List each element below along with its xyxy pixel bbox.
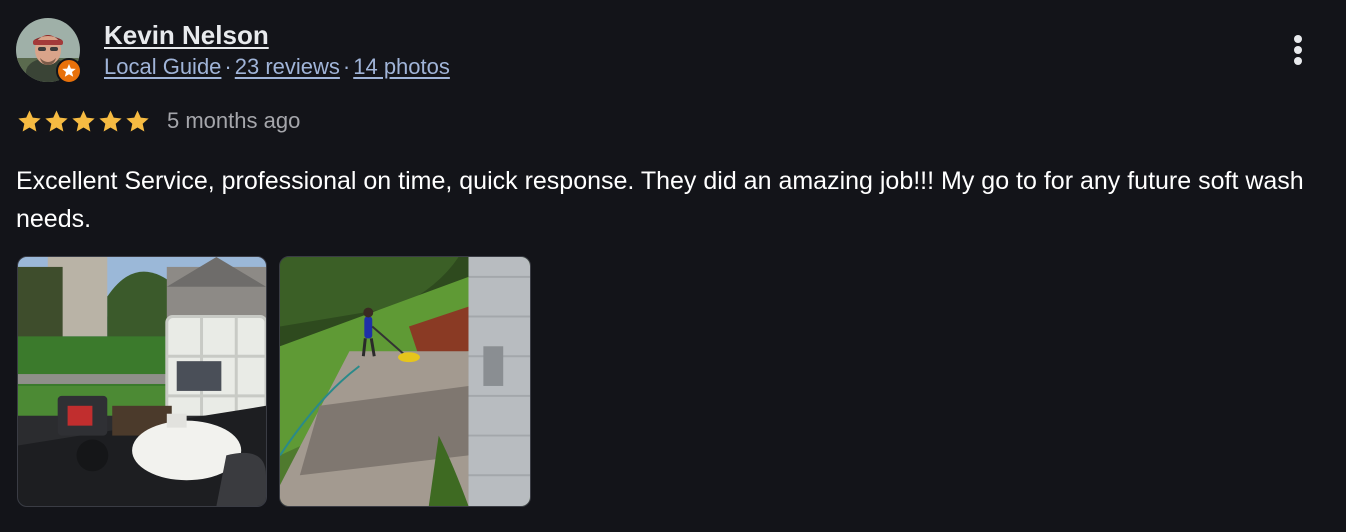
author-meta: Local Guide · 23 reviews · 14 photos <box>104 54 450 80</box>
meta-separator: · <box>224 54 232 79</box>
review-text: Excellent Service, professional on time,… <box>16 167 1304 233</box>
star-icon <box>99 109 122 132</box>
local-guide-link[interactable]: Local Guide <box>104 54 221 79</box>
review-photo-1[interactable] <box>17 256 267 507</box>
star-icon <box>45 109 68 132</box>
reviews-count-link[interactable]: 23 reviews <box>235 54 340 79</box>
review-card: Kevin Nelson Local Guide · 23 reviews · 14 p… <box>0 0 1346 532</box>
local-guide-star-badge-icon <box>56 58 82 84</box>
review-photo-2[interactable] <box>279 256 531 507</box>
more-vert-icon <box>1294 35 1302 65</box>
photos-count-link[interactable]: 14 photos <box>353 54 450 79</box>
photo-worker-surface-cleaning-patio <box>280 257 530 506</box>
meta-separator: · <box>342 54 351 79</box>
author-name-link[interactable]: Kevin Nelson <box>104 20 269 51</box>
author-avatar[interactable] <box>16 18 82 84</box>
more-options-button[interactable] <box>1282 30 1314 70</box>
star-icon <box>126 109 149 132</box>
review-time: 5 months ago <box>167 108 301 133</box>
photo-trailer-tank-equipment <box>18 257 266 506</box>
star-rating <box>16 107 151 135</box>
star-icon <box>18 109 41 132</box>
star-icon <box>72 109 95 132</box>
